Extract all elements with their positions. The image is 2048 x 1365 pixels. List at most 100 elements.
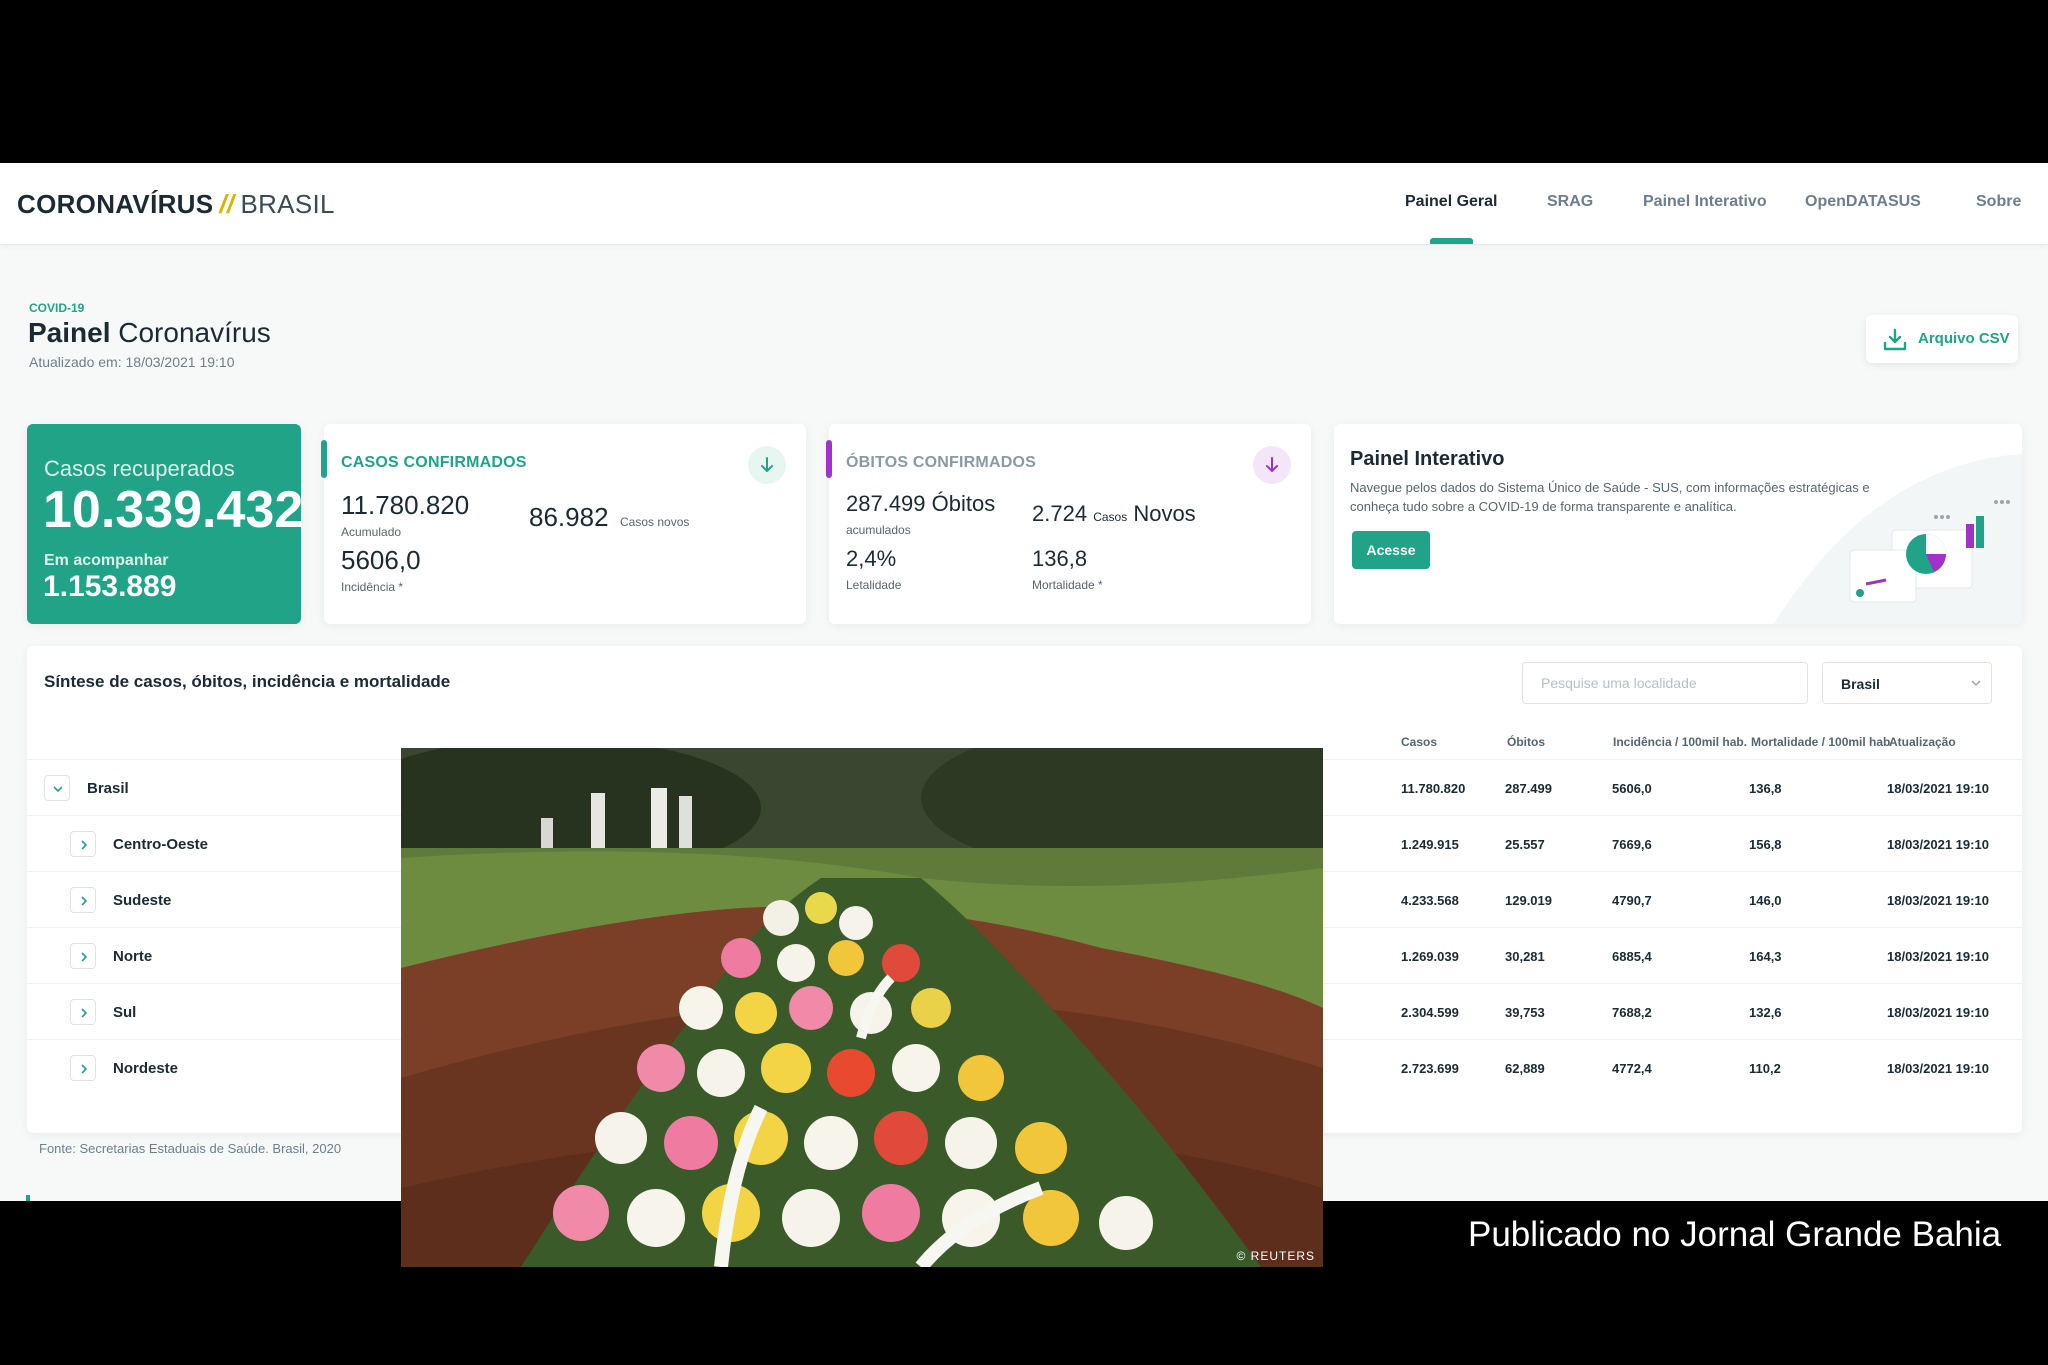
chevron-right-icon [81, 840, 88, 850]
dashboard-illustration-icon [1774, 454, 2022, 624]
nav-opendatasus[interactable]: OpenDATASUS [1805, 193, 1921, 211]
cell-mortalidade: 164,3 [1749, 949, 1782, 964]
chevron-right-icon [81, 952, 88, 962]
csv-download-button[interactable]: Arquivo CSV [1866, 315, 2018, 363]
expand-toggle[interactable] [70, 1055, 96, 1081]
table-title: Síntese de casos, óbitos, incidência e m… [44, 672, 451, 691]
row-name: Nordeste [113, 1060, 179, 1077]
expand-toggle[interactable] [70, 999, 96, 1025]
col-header-obitos[interactable]: Óbitos [1507, 735, 1545, 749]
nav-srag[interactable]: SRAG [1547, 193, 1593, 211]
location-select-value: Brasil [1841, 676, 1880, 692]
cell-casos: 4.233.568 [1401, 893, 1459, 908]
follow-up-value: 1.153.889 [43, 570, 177, 603]
chevron-right-icon [81, 1064, 88, 1074]
chevron-right-icon [81, 896, 88, 906]
location-select[interactable]: Brasil [1822, 662, 1992, 704]
deaths-new-value: 2.724 [1032, 501, 1088, 526]
deaths-accumulated-value: 287.499 [846, 491, 926, 516]
logo-country: BRASIL [240, 189, 335, 219]
nav-painel-geral[interactable]: Painel Geral [1405, 193, 1498, 211]
row-name: Sudeste [113, 892, 172, 909]
cell-casos: 1.269.039 [1401, 949, 1459, 964]
cell-incidencia: 4772,4 [1612, 1061, 1652, 1076]
data-source-note: Fonte: Secretarias Estaduais de Saúde. B… [39, 1141, 342, 1156]
deaths-accumulated-word: Óbitos [925, 491, 996, 516]
recovered-card: Casos recuperados 10.339.432 Em acompanh… [27, 424, 304, 624]
confirmed-new-cases: 86.982 [529, 502, 609, 532]
expand-toggle[interactable] [70, 831, 96, 857]
cell-incidencia: 7669,6 [1612, 837, 1652, 852]
logo-separator: // [219, 189, 235, 219]
recovered-value: 10.339.432 [43, 481, 304, 539]
confirmed-incidence-label: Incidência * [341, 580, 404, 594]
follow-up-label: Em acompanhar [44, 552, 169, 569]
nav-painel-interativo[interactable]: Painel Interativo [1643, 193, 1767, 211]
nav-sobre[interactable]: Sobre [1976, 193, 2021, 211]
confirmed-accumulated-label: Acumulado [341, 525, 402, 539]
confirmed-accumulated: 11.780.820 [341, 490, 470, 520]
site-logo[interactable]: CORONAVÍRUS//BRASIL [17, 189, 335, 220]
top-header: CORONAVÍRUS//BRASIL Painel Geral SRAG Pa… [0, 163, 2048, 245]
covid-tag: COVID-19 [29, 301, 85, 315]
confirmed-download-button[interactable] [748, 446, 786, 484]
row-name: Brasil [87, 780, 129, 797]
cell-obitos: 30,281 [1505, 949, 1545, 964]
stage: CORONAVÍRUS//BRASIL Painel Geral SRAG Pa… [0, 0, 2048, 1365]
row-name: Norte [113, 948, 153, 965]
cell-atualizacao: 18/03/2021 19:10 [1887, 949, 1989, 964]
deaths-new: 2.724 Casos Novos [1032, 501, 1196, 527]
recovered-label: Casos recuperados [44, 456, 235, 481]
cell-casos: 1.249.915 [1401, 837, 1459, 852]
confirmed-cases-card: CASOS CONFIRMADOS 11.780.820 Acumulado 8… [321, 424, 806, 624]
page-title: Painel Coronavírus [28, 317, 271, 349]
location-search-input[interactable] [1522, 662, 1808, 704]
deaths-accumulated: 287.499 Óbitos [846, 491, 995, 517]
collapse-toggle[interactable] [44, 775, 70, 801]
confirmed-deaths-card: ÓBITOS CONFIRMADOS 287.499 Óbitos acumul… [826, 424, 1311, 624]
chevron-right-icon [81, 1008, 88, 1018]
download-icon [1883, 328, 1907, 351]
expand-toggle[interactable] [70, 887, 96, 913]
acesse-button[interactable]: Acesse [1352, 531, 1430, 569]
cell-obitos: 25.557 [1505, 837, 1545, 852]
cell-obitos: 39,753 [1505, 1005, 1545, 1020]
page-title-rest: Coronavírus [110, 317, 271, 348]
confirmed-accent-bar [321, 440, 327, 478]
mortality-label: Mortalidade * [1032, 578, 1103, 592]
cell-incidencia: 5606,0 [1612, 781, 1652, 796]
photo-credit: © REUTERS [1236, 1249, 1315, 1263]
cell-casos: 2.723.699 [1401, 1061, 1459, 1076]
col-header-atualizacao[interactable]: Atualização [1889, 735, 1956, 749]
col-header-casos[interactable]: Casos [1401, 735, 1437, 749]
row-name: Sul [113, 1004, 137, 1021]
confirmed-incidence: 5606,0 [341, 545, 421, 575]
chevron-down-icon [1971, 680, 1981, 687]
col-header-incidencia[interactable]: Incidência / 100mil hab. [1613, 735, 1747, 749]
news-photo-cemetery: © REUTERS [401, 748, 1323, 1267]
interactive-panel-title: Painel Interativo [1350, 448, 1505, 470]
cell-obitos: 62,889 [1505, 1061, 1545, 1076]
deaths-accent-bar [826, 440, 832, 478]
mortality-value: 136,8 [1032, 546, 1088, 571]
deaths-header: ÓBITOS CONFIRMADOS [846, 454, 1036, 471]
arrow-down-icon [761, 457, 773, 472]
deaths-download-button[interactable] [1253, 446, 1291, 484]
cell-atualizacao: 18/03/2021 19:10 [1887, 893, 1989, 908]
cell-casos: 2.304.599 [1401, 1005, 1459, 1020]
chevron-down-icon [53, 786, 63, 793]
cell-incidencia: 6885,4 [1612, 949, 1652, 964]
updated-timestamp: Atualizado em: 18/03/2021 19:10 [29, 354, 235, 370]
col-header-mortalidade[interactable]: Mortalidade / 100mil hab [1751, 735, 1890, 749]
publication-caption: Publicado no Jornal Grande Bahia [1468, 1215, 2002, 1254]
cell-casos: 11.780.820 [1401, 781, 1466, 796]
row-name: Centro-Oeste [113, 836, 209, 853]
lethality-value: 2,4% [846, 546, 897, 571]
cell-mortalidade: 132,6 [1749, 1005, 1782, 1020]
expand-toggle[interactable] [70, 943, 96, 969]
cell-obitos: 129.019 [1505, 893, 1552, 908]
confirmed-header: CASOS CONFIRMADOS [341, 454, 527, 471]
active-nav-indicator [1430, 238, 1473, 244]
cell-mortalidade: 136,8 [1749, 781, 1782, 796]
deaths-new-small: Casos [1093, 510, 1128, 524]
